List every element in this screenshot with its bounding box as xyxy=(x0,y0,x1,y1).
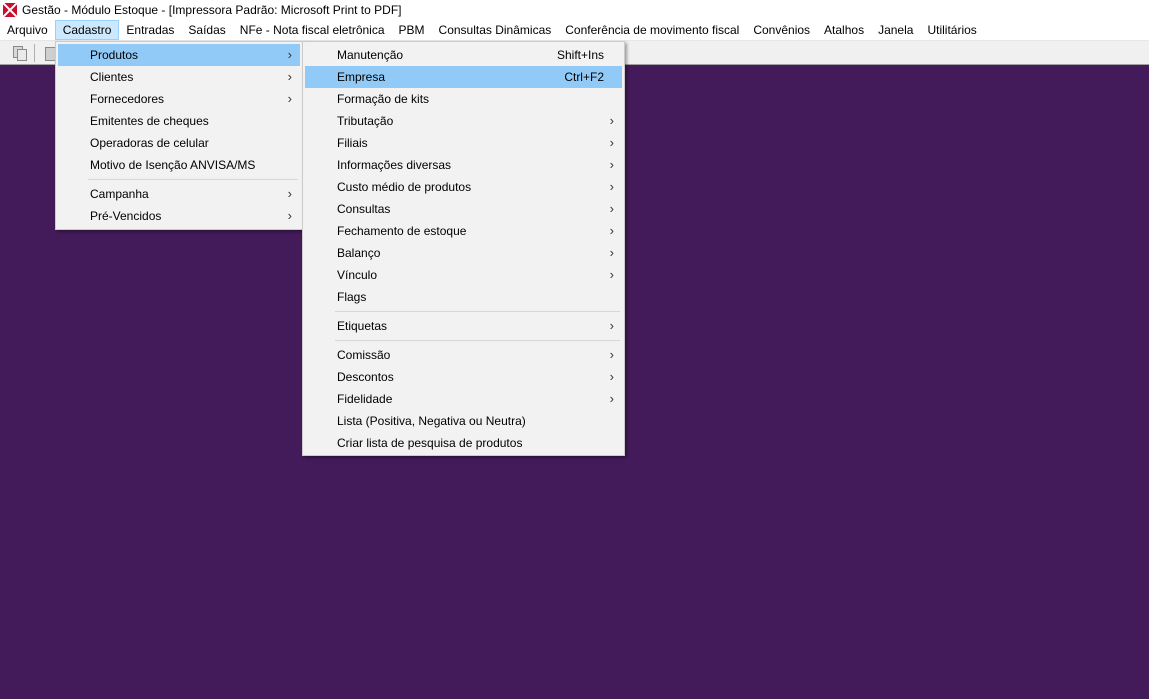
menu-item-pre-vencidos[interactable]: Pré-Vencidos › xyxy=(58,205,300,227)
menu-item-criar-lista-pesquisa[interactable]: Criar lista de pesquisa de produtos xyxy=(305,432,622,454)
menu-item-fechamento-estoque[interactable]: Fechamento de estoque › xyxy=(305,220,622,242)
submenu-arrow-icon: › xyxy=(609,223,614,238)
menu-entradas[interactable]: Entradas xyxy=(119,20,181,40)
menu-item-label: Etiquetas xyxy=(337,319,388,333)
menu-item-label: Formação de kits xyxy=(337,92,430,106)
menu-item-lista-positiva-negativa[interactable]: Lista (Positiva, Negativa ou Neutra) xyxy=(305,410,622,432)
menu-item-label: Pré-Vencidos xyxy=(90,209,162,223)
submenu-arrow-icon: › xyxy=(287,208,292,223)
menu-item-vinculo[interactable]: Vínculo › xyxy=(305,264,622,286)
menu-consultas-dinamicas[interactable]: Consultas Dinâmicas xyxy=(432,20,559,40)
menu-item-label: Descontos xyxy=(337,370,394,384)
menu-item-tributacao[interactable]: Tributação › xyxy=(305,110,622,132)
submenu-arrow-icon: › xyxy=(609,179,614,194)
menu-item-label: Tributação xyxy=(337,114,394,128)
app-window: Gestão - Módulo Estoque - [Impressora Pa… xyxy=(0,0,1149,699)
menu-item-custo-medio[interactable]: Custo médio de produtos › xyxy=(305,176,622,198)
menu-item-label: Manutenção xyxy=(337,48,404,62)
menu-item-label: Campanha xyxy=(90,187,149,201)
copy-icon[interactable] xyxy=(12,45,28,61)
menu-separator xyxy=(335,340,620,341)
menu-item-empresa[interactable]: Empresa Ctrl+F2 xyxy=(305,66,622,88)
menu-item-clientes[interactable]: Clientes › xyxy=(58,66,300,88)
menu-item-emitentes-cheques[interactable]: Emitentes de cheques xyxy=(58,110,300,132)
submenu-arrow-icon: › xyxy=(609,347,614,362)
menu-item-label: Motivo de Isenção ANVISA/MS xyxy=(90,158,256,172)
menu-item-shortcut: Ctrl+F2 xyxy=(564,70,604,84)
submenu-arrow-icon: › xyxy=(287,69,292,84)
submenu-arrow-icon: › xyxy=(609,369,614,384)
menu-utilitarios[interactable]: Utilitários xyxy=(920,20,983,40)
menu-item-label: Fidelidade xyxy=(337,392,393,406)
menu-bar: Arquivo Cadastro Entradas Saídas NFe - N… xyxy=(0,19,1149,41)
menu-item-label: Lista (Positiva, Negativa ou Neutra) xyxy=(337,414,526,428)
menu-pbm[interactable]: PBM xyxy=(392,20,432,40)
menu-item-balanco[interactable]: Balanço › xyxy=(305,242,622,264)
menu-nfe[interactable]: NFe - Nota fiscal eletrônica xyxy=(233,20,392,40)
menu-item-label: Criar lista de pesquisa de produtos xyxy=(337,436,523,450)
menu-item-label: Informações diversas xyxy=(337,158,452,172)
submenu-arrow-icon: › xyxy=(609,267,614,282)
menu-convenios[interactable]: Convênios xyxy=(746,20,817,40)
menu-item-label: Fechamento de estoque xyxy=(337,224,467,238)
menu-item-consultas[interactable]: Consultas › xyxy=(305,198,622,220)
menu-janela[interactable]: Janela xyxy=(871,20,920,40)
menu-item-label: Comissão xyxy=(337,348,391,362)
menu-item-label: Consultas xyxy=(337,202,391,216)
toolbar-separator xyxy=(34,44,35,62)
menu-cadastro[interactable]: Cadastro xyxy=(54,19,120,40)
menu-item-flags[interactable]: Flags xyxy=(305,286,622,308)
menu-item-label: Operadoras de celular xyxy=(90,136,209,150)
submenu-arrow-icon: › xyxy=(609,391,614,406)
menu-saidas[interactable]: Saídas xyxy=(181,20,232,40)
menu-item-comissao[interactable]: Comissão › xyxy=(305,344,622,366)
menu-atalhos[interactable]: Atalhos xyxy=(817,20,871,40)
menu-item-informacoes-diversas[interactable]: Informações diversas › xyxy=(305,154,622,176)
menu-item-produtos[interactable]: Produtos › xyxy=(58,44,300,66)
menu-item-label: Custo médio de produtos xyxy=(337,180,472,194)
menu-item-label: Produtos xyxy=(90,48,139,62)
menu-item-operadoras-celular[interactable]: Operadoras de celular xyxy=(58,132,300,154)
window-title: Gestão - Módulo Estoque - [Impressora Pa… xyxy=(22,2,402,17)
submenu-arrow-icon: › xyxy=(609,113,614,128)
submenu-arrow-icon: › xyxy=(609,157,614,172)
menu-item-fornecedores[interactable]: Fornecedores › xyxy=(58,88,300,110)
submenu-arrow-icon: › xyxy=(287,186,292,201)
menu-item-etiquetas[interactable]: Etiquetas › xyxy=(305,315,622,337)
menu-item-label: Flags xyxy=(337,290,367,304)
menu-item-shortcut: Shift+Ins xyxy=(556,48,604,62)
menu-separator xyxy=(88,179,298,180)
menu-item-label: Emitentes de cheques xyxy=(90,114,209,128)
menu-conferencia-movimento-fiscal[interactable]: Conferência de movimento fiscal xyxy=(558,20,746,40)
menu-item-label: Filiais xyxy=(337,136,368,150)
menu-item-formacao-kits[interactable]: Formação de kits xyxy=(305,88,622,110)
menu-item-filiais[interactable]: Filiais › xyxy=(305,132,622,154)
submenu-arrow-icon: › xyxy=(287,47,292,62)
submenu-arrow-icon: › xyxy=(609,135,614,150)
produtos-submenu: Manutenção Shift+Ins Empresa Ctrl+F2 For… xyxy=(302,41,625,456)
submenu-arrow-icon: › xyxy=(609,201,614,216)
menu-item-manutencao[interactable]: Manutenção Shift+Ins xyxy=(305,44,622,66)
menu-item-label: Empresa xyxy=(337,70,386,84)
menu-item-label: Vínculo xyxy=(337,268,378,282)
menu-item-descontos[interactable]: Descontos › xyxy=(305,366,622,388)
menu-arquivo[interactable]: Arquivo xyxy=(0,20,55,40)
menu-item-label: Balanço xyxy=(337,246,381,260)
menu-item-label: Fornecedores xyxy=(90,92,165,106)
cadastro-dropdown: Produtos › Clientes › Fornecedores › Emi… xyxy=(55,41,303,230)
menu-item-label: Clientes xyxy=(90,70,134,84)
app-logo-icon xyxy=(3,2,17,17)
submenu-arrow-icon: › xyxy=(609,245,614,260)
submenu-arrow-icon: › xyxy=(609,318,614,333)
menu-separator xyxy=(335,311,620,312)
submenu-arrow-icon: › xyxy=(287,91,292,106)
menu-item-fidelidade[interactable]: Fidelidade › xyxy=(305,388,622,410)
menu-item-campanha[interactable]: Campanha › xyxy=(58,183,300,205)
title-bar: Gestão - Módulo Estoque - [Impressora Pa… xyxy=(0,0,1149,19)
menu-item-motivo-isencao[interactable]: Motivo de Isenção ANVISA/MS xyxy=(58,154,300,176)
